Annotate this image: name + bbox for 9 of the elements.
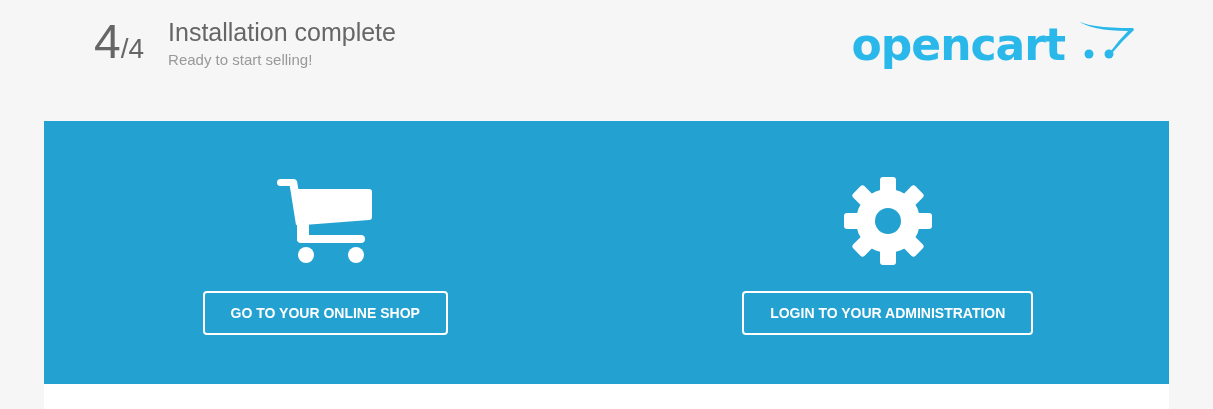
- settings-icon: [843, 177, 932, 265]
- action-button[interactable]: GO TO YOUR ONLINE SHOP: [202, 291, 448, 335]
- page-subtitle: Ready to start selling!: [168, 50, 314, 70]
- logo-text: opencart: [851, 18, 1065, 72]
- page-title: Installation complete: [168, 17, 396, 48]
- action-button[interactable]: LOGIN TO YOUR ADMINISTRATION: [742, 291, 1034, 335]
- step-total: /4: [120, 35, 145, 63]
- step-number: 4: [94, 18, 121, 66]
- shopping-cart-icon: [277, 179, 374, 265]
